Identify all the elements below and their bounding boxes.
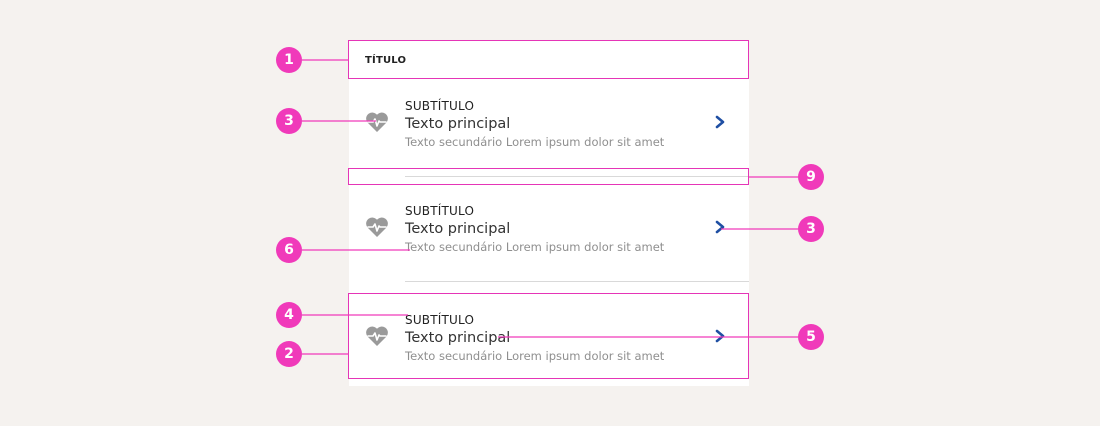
item-main-text: Texto principal: [405, 221, 511, 237]
annotation-badge: 4: [276, 302, 302, 328]
annotation-badge: 2: [276, 341, 302, 367]
chevron-right-icon[interactable]: [713, 329, 727, 343]
item-secondary-text: Texto secundário Lorem ipsum dolor sit a…: [405, 240, 665, 254]
list-title: TÍTULO: [365, 55, 407, 66]
item-secondary-text: Texto secundário Lorem ipsum dolor sit a…: [405, 349, 665, 363]
annotation-badge: 5: [798, 324, 824, 350]
heart-pulse-icon: [366, 326, 388, 346]
list-component: TÍTULO SUBTÍTULO Texto principal Texto s…: [349, 40, 749, 386]
item-subtitle: SUBTÍTULO: [405, 204, 475, 218]
annotation-badge: 6: [276, 237, 302, 263]
heart-pulse-icon: [366, 112, 388, 132]
item-subtitle: SUBTÍTULO: [405, 99, 475, 113]
heart-pulse-icon: [366, 217, 388, 237]
chevron-right-icon[interactable]: [713, 115, 727, 129]
item-main-text: Texto principal: [405, 116, 511, 132]
list-title-row: TÍTULO: [349, 40, 749, 79]
annotation-badge: 1: [276, 47, 302, 73]
annotation-badge: 3: [798, 216, 824, 242]
item-divider: [405, 176, 749, 177]
item-secondary-text: Texto secundário Lorem ipsum dolor sit a…: [405, 135, 665, 149]
item-divider: [405, 281, 749, 282]
list-item[interactable]: SUBTÍTULO Texto principal Texto secundár…: [349, 293, 749, 378]
list-item[interactable]: SUBTÍTULO Texto principal Texto secundár…: [349, 79, 749, 164]
annotation-badge: 9: [798, 164, 824, 190]
item-main-text: Texto principal: [405, 330, 511, 346]
chevron-right-icon[interactable]: [713, 220, 727, 234]
item-subtitle: SUBTÍTULO: [405, 313, 475, 327]
list-item[interactable]: SUBTÍTULO Texto principal Texto secundár…: [349, 184, 749, 269]
annotation-badge: 3: [276, 108, 302, 134]
